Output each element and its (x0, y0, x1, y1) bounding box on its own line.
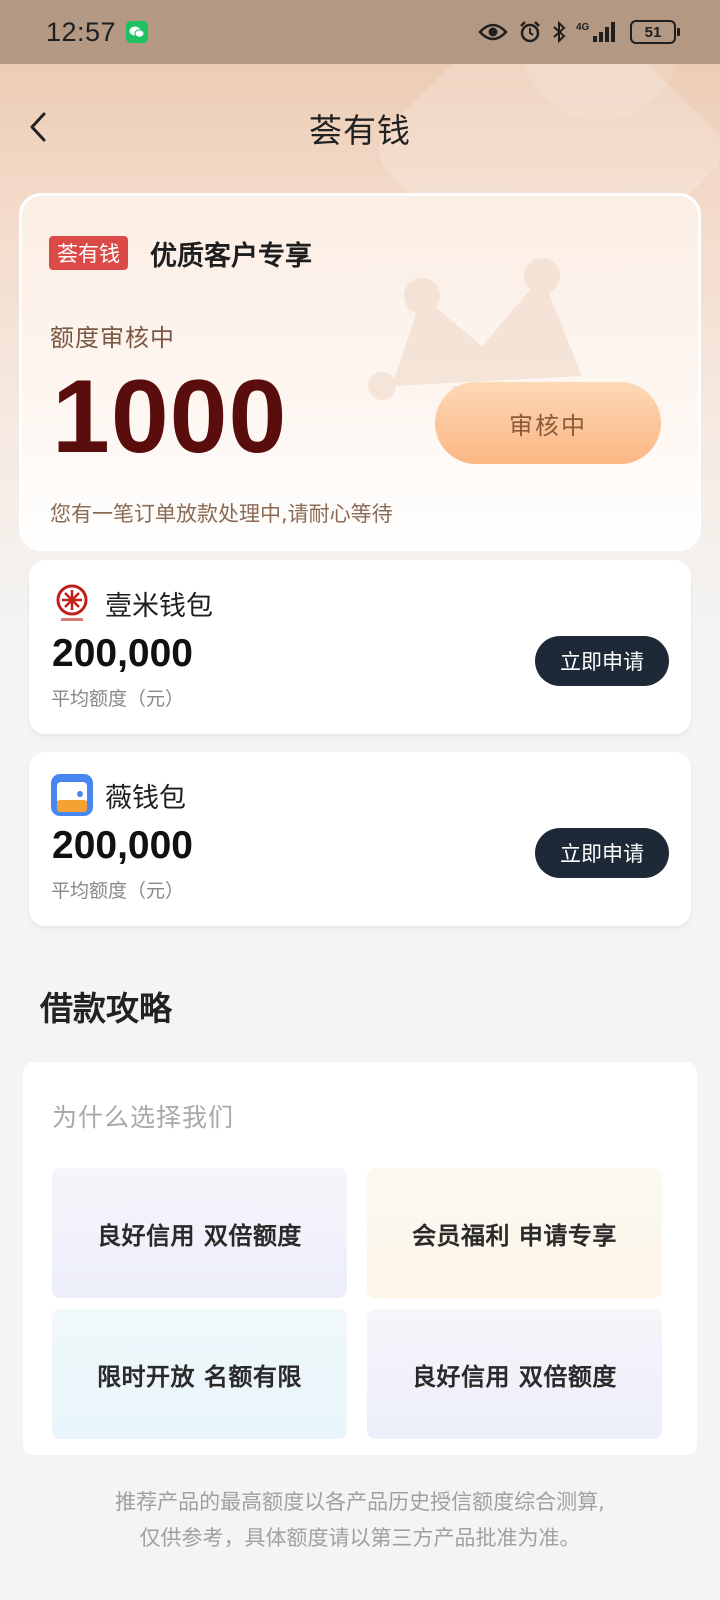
eye-icon (478, 22, 508, 42)
product-name: 薇钱包 (105, 783, 186, 814)
apply-button[interactable]: 立即申请 (535, 636, 669, 686)
guide-panel: 为什么选择我们 良好信用 双倍额度 会员福利 申请专享 限时开放 名额有限 良好… (23, 1062, 697, 1455)
review-status-button[interactable]: 审核中 (435, 382, 661, 464)
quota-amount: 1000 (52, 359, 288, 475)
product-name: 壹米钱包 (105, 591, 213, 622)
wechat-icon (126, 21, 149, 43)
chevron-left-icon (30, 112, 46, 142)
guide-card[interactable]: 限时开放 名额有限 (52, 1309, 347, 1439)
battery-icon: 51 (630, 20, 680, 44)
product-amount: 200,000 (52, 632, 193, 675)
product-card[interactable]: 壹米钱包 200,000 平均额度（元） 立即申请 (29, 560, 691, 734)
product-card[interactable]: 薇钱包 200,000 平均额度（元） 立即申请 (29, 752, 691, 926)
apply-button[interactable]: 立即申请 (535, 828, 669, 878)
alarm-icon (518, 20, 542, 44)
weiqianbao-logo-icon (51, 774, 93, 816)
guide-card[interactable]: 会员福利 申请专享 (367, 1168, 662, 1298)
guide-subtitle: 为什么选择我们 (52, 1103, 235, 1132)
hero-subtitle: 优质客户专享 (150, 241, 312, 272)
guide-card[interactable]: 良好信用 双倍额度 (52, 1168, 347, 1298)
quota-card: 荟有钱 优质客户专享 额度审核中 1000 审核中 您有一笔订单放款处理中,请耐… (19, 193, 701, 551)
guide-card[interactable]: 良好信用 双倍额度 (367, 1309, 662, 1439)
product-amount-label: 平均额度（元） (51, 688, 185, 710)
battery-level: 51 (644, 23, 662, 41)
status-bar: 12:57 4G 51 (0, 0, 720, 64)
brand-badge: 荟有钱 (49, 236, 128, 270)
product-amount: 200,000 (52, 824, 193, 867)
disclaimer: 推荐产品的最高额度以各产品历史授信额度综合测算, 仅供参考，具体额度请以第三方产… (0, 1484, 720, 1556)
bluetooth-icon (552, 20, 566, 44)
disclaimer-line: 仅供参考，具体额度请以第三方产品批准为准。 (139, 1526, 581, 1550)
network-type: 4G (576, 22, 590, 33)
product-amount-label: 平均额度（元） (51, 880, 185, 902)
back-button[interactable] (18, 102, 58, 152)
page-title: 荟有钱 (309, 111, 411, 150)
nav-bar: 荟有钱 (0, 64, 720, 192)
yimi-logo-icon (56, 584, 88, 621)
quota-status-label: 额度审核中 (50, 324, 175, 352)
disclaimer-line: 推荐产品的最高额度以各产品历史授信额度综合测算, (115, 1490, 605, 1514)
section-title: 借款攻略 (40, 989, 172, 1028)
loan-status-note: 您有一笔订单放款处理中,请耐心等待 (50, 502, 393, 526)
signal-icon: 4G (576, 20, 620, 44)
status-time: 12:57 (46, 16, 117, 47)
